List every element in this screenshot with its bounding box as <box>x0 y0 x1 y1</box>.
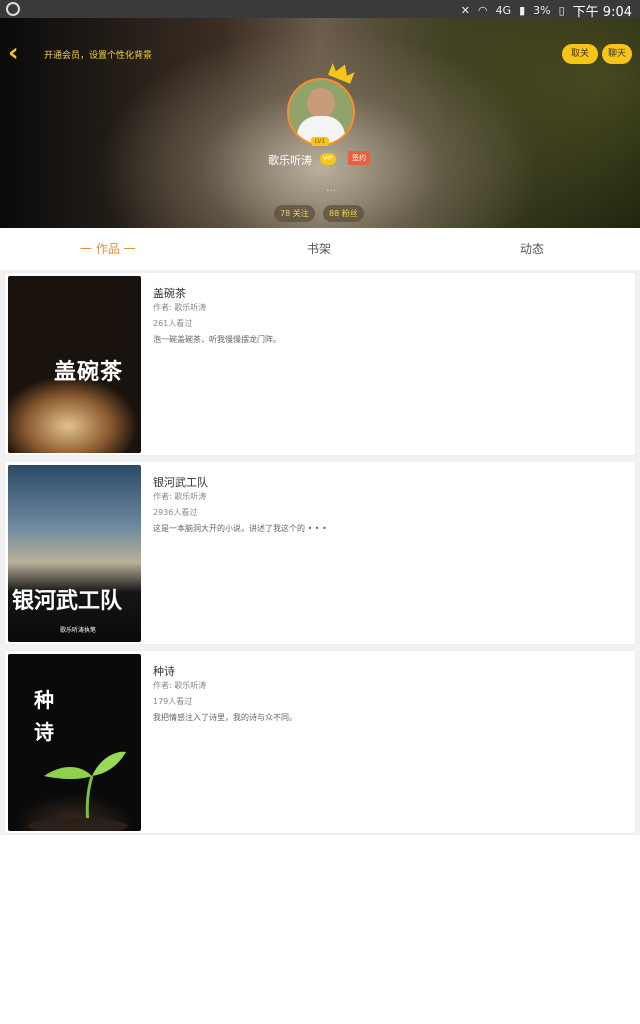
level-badge: LV1 <box>311 137 329 146</box>
wifi-icon: ◠ <box>477 4 488 17</box>
mute-icon: ✕ <box>460 4 470 17</box>
bio-ellipsis[interactable]: … <box>326 183 336 194</box>
book-read-count: 2936人看过 <box>153 508 198 517</box>
tab-activity[interactable]: 动态 <box>520 240 544 257</box>
signal-icon: ▮ <box>519 4 526 17</box>
vip-badge: VIP <box>320 153 336 165</box>
fans-count[interactable]: 88 粉丝 <box>323 205 364 222</box>
book-card[interactable]: 种诗 种诗 作者: 歌乐听涛 179人看过 我把情感注入了诗里，我的诗与众不同。 <box>4 650 636 834</box>
status-bar: ✕ ◠ 4G ▮ 3% ▯ 下午 9:04 <box>0 0 640 20</box>
book-card[interactable]: 银河武工队 歌乐听涛执笔 银河武工队 作者: 歌乐听涛 2936人看过 这是一本… <box>4 461 636 645</box>
signed-badge: 签约 <box>348 151 370 165</box>
book-cover: 银河武工队 歌乐听涛执笔 <box>8 465 141 642</box>
profile-header: ‹ 开通会员，设置个性化背景 取关 聊天 LV1 歌乐听涛 VIP 签约 … 7… <box>0 18 640 228</box>
book-cover: 盖碗茶 <box>8 276 141 453</box>
profile-tabs: 一 作品 一 书架 动态 <box>0 228 640 266</box>
book-title: 种诗 <box>153 665 175 678</box>
tab-works[interactable]: 一 作品 一 <box>80 240 136 257</box>
nickname: 歌乐听涛 <box>268 154 312 167</box>
book-read-count: 261人看过 <box>153 319 193 328</box>
unfollow-button[interactable]: 取关 <box>562 44 599 64</box>
book-card[interactable]: 盖碗茶 盖碗茶 作者: 歌乐听涛 261人看过 泡一碗盖碗茶，听我慢慢摆龙门阵。 <box>4 272 636 456</box>
book-title: 盖碗茶 <box>153 287 186 300</box>
book-description: 泡一碗盖碗茶，听我慢慢摆龙门阵。 <box>153 335 281 344</box>
book-cover-title: 银河武工队 <box>12 588 123 614</box>
book-author: 作者: 歌乐听涛 <box>153 681 207 690</box>
following-count[interactable]: 78 关注 <box>274 205 315 222</box>
chat-button[interactable]: 聊天 <box>602 44 633 64</box>
book-author: 作者: 歌乐听涛 <box>153 303 207 312</box>
back-icon[interactable]: ‹ <box>8 40 28 66</box>
book-cover-subtitle: 歌乐听涛执笔 <box>60 627 97 634</box>
avatar-face <box>307 88 335 118</box>
avatar[interactable] <box>287 78 355 146</box>
battery-level: 3% <box>533 4 551 17</box>
book-read-count: 179人看过 <box>153 697 193 706</box>
book-cover: 种诗 <box>8 654 141 831</box>
network-type: 4G <box>495 4 512 17</box>
tab-bookshelf[interactable]: 书架 <box>307 240 331 257</box>
book-cover-title: 盖碗茶 <box>54 359 124 385</box>
battery-icon: ▯ <box>558 4 565 17</box>
book-title: 银河武工队 <box>153 476 208 489</box>
book-description: 这是一本脑洞大开的小说，讲述了我这个的 • • • <box>153 524 327 533</box>
book-author: 作者: 歌乐听涛 <box>153 492 207 501</box>
book-description: 我把情感注入了诗里，我的诗与众不同。 <box>153 713 297 722</box>
app-notification-icon <box>6 2 20 16</box>
sprout-illustration <box>28 751 128 831</box>
vip-promo-link[interactable]: 开通会员，设置个性化背景 <box>44 48 152 61</box>
